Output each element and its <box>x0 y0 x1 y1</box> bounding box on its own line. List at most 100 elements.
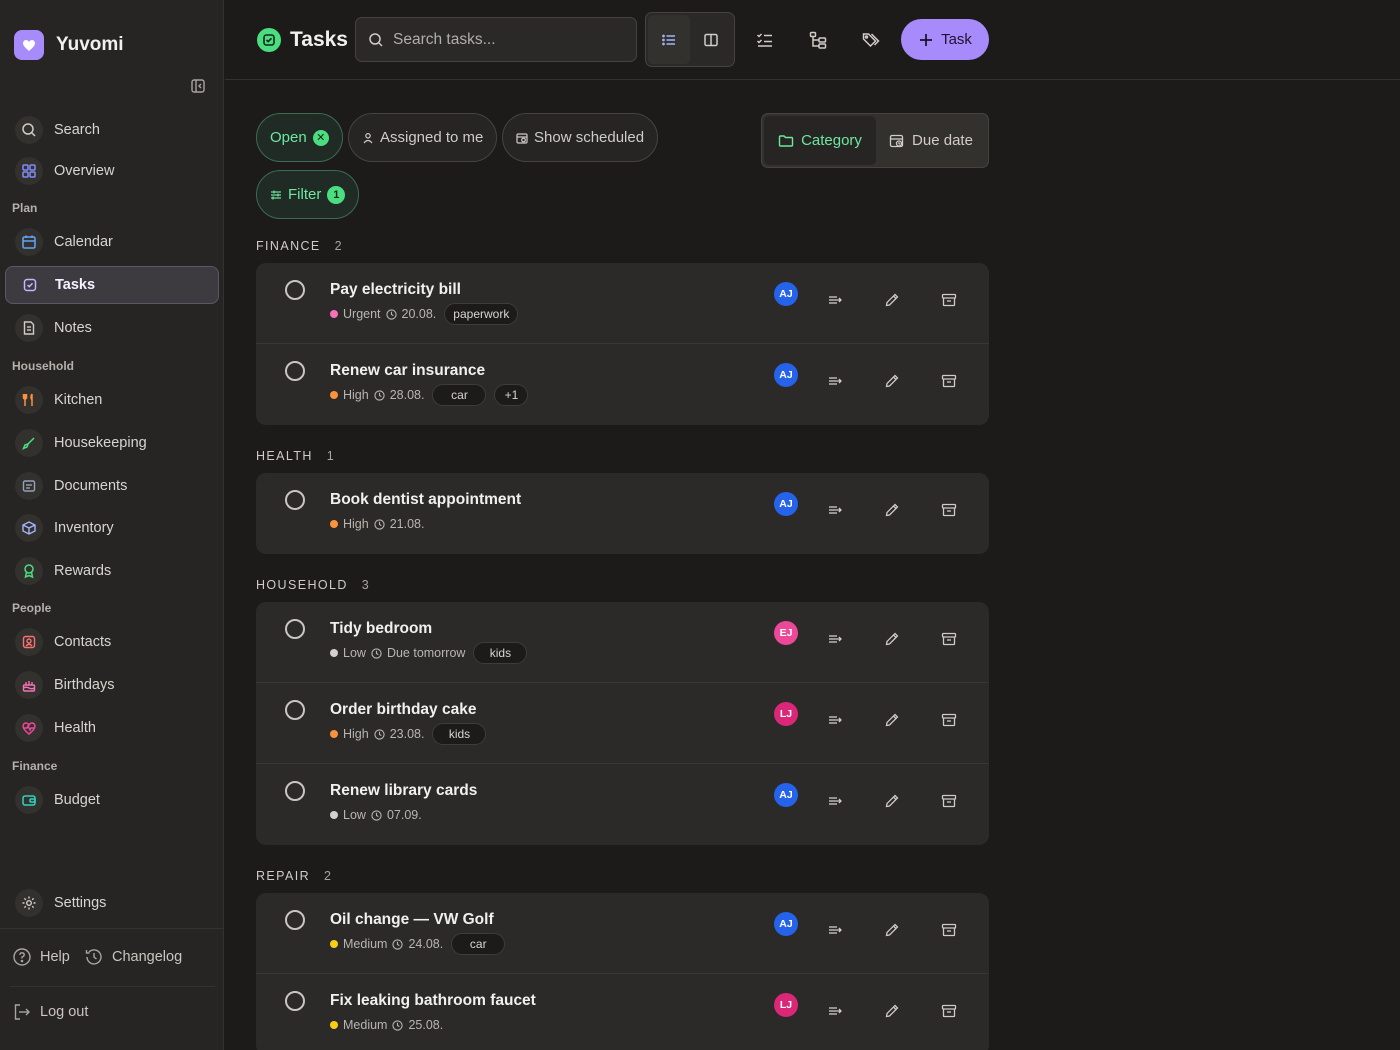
task-title[interactable]: Renew library cards <box>330 782 477 800</box>
group-due-date-button[interactable]: Due date <box>876 116 986 165</box>
sidebar-item-birthdays[interactable]: Birthdays <box>5 666 219 704</box>
task-title[interactable]: Tidy bedroom <box>330 620 432 638</box>
sidebar-item-contacts[interactable]: Contacts <box>5 623 219 661</box>
changelog-link[interactable]: Changelog <box>84 947 182 967</box>
task-title[interactable]: Order birthday cake <box>330 701 476 719</box>
add-task-button[interactable]: Task <box>901 19 989 60</box>
sidebar-item-label: Settings <box>54 895 107 911</box>
assignee-avatar[interactable]: AJ <box>774 492 798 516</box>
assignee-avatar[interactable]: EJ <box>774 621 798 645</box>
add-subtask-button[interactable] <box>826 792 844 810</box>
task-complete-checkbox[interactable] <box>285 910 305 930</box>
assignee-avatar[interactable]: AJ <box>774 282 798 306</box>
task-row[interactable]: Tidy bedroom Low Due tomorrow kids EJ <box>256 602 989 683</box>
sidebar-item-overview[interactable]: Overview <box>5 152 219 190</box>
task-complete-checkbox[interactable] <box>285 619 305 639</box>
task-complete-checkbox[interactable] <box>285 700 305 720</box>
archive-task-button[interactable] <box>940 1002 958 1020</box>
assignee-avatar[interactable]: AJ <box>774 912 798 936</box>
edit-task-button[interactable] <box>883 792 901 810</box>
task-complete-checkbox[interactable] <box>285 361 305 381</box>
task-row[interactable]: Book dentist appointment High 21.08. AJ <box>256 473 989 554</box>
edit-task-button[interactable] <box>883 921 901 939</box>
archive-task-button[interactable] <box>940 711 958 729</box>
checklist-button[interactable] <box>750 25 780 55</box>
task-row[interactable]: Pay electricity bill Urgent 20.08. paperwor… <box>256 263 989 344</box>
sidebar-item-housekeeping[interactable]: Housekeeping <box>5 424 219 462</box>
add-subtask-button[interactable] <box>826 630 844 648</box>
assignee-avatar[interactable]: LJ <box>774 993 798 1017</box>
task-title[interactable]: Book dentist appointment <box>330 491 521 509</box>
tag-chip[interactable]: car <box>432 384 487 406</box>
brand[interactable]: Yuvomi <box>14 30 124 60</box>
add-subtask-button[interactable] <box>826 711 844 729</box>
board-view-button[interactable] <box>690 15 732 64</box>
task-complete-checkbox[interactable] <box>285 991 305 1011</box>
task-complete-checkbox[interactable] <box>285 490 305 510</box>
search-input[interactable] <box>393 30 623 49</box>
edit-task-button[interactable] <box>883 711 901 729</box>
assigned-filter-chip[interactable]: Assigned to me <box>348 113 498 162</box>
task-title[interactable]: Renew car insurance <box>330 362 485 380</box>
list-view-button[interactable] <box>648 15 690 64</box>
sidebar-item-rewards[interactable]: Rewards <box>5 552 219 590</box>
filter-button[interactable]: Filter 1 <box>256 170 360 219</box>
sidebar-item-notes[interactable]: Notes <box>5 309 219 347</box>
add-subtask-button[interactable] <box>826 921 844 939</box>
group-category-button[interactable]: Category <box>764 116 876 165</box>
tag-chip[interactable]: car <box>451 933 506 955</box>
add-subtask-button[interactable] <box>826 291 844 309</box>
archive-task-button[interactable] <box>940 630 958 648</box>
sidebar-item-settings[interactable]: Settings <box>5 884 219 922</box>
open-filter-chip[interactable]: Open ✕ <box>256 113 343 162</box>
task-row[interactable]: Renew car insurance High 28.08. car +1 AJ <box>256 344 989 425</box>
more-tags-chip[interactable]: +1 <box>494 384 529 406</box>
assignee-avatar[interactable]: LJ <box>774 702 798 726</box>
edit-task-button[interactable] <box>883 372 901 390</box>
sidebar-item-kitchen[interactable]: Kitchen <box>5 381 219 419</box>
sidebar-item-search[interactable]: Search <box>5 111 219 149</box>
task-title[interactable]: Oil change — VW Golf <box>330 911 494 929</box>
task-complete-checkbox[interactable] <box>285 781 305 801</box>
task-row[interactable]: Renew library cards Low 07.09. AJ <box>256 764 989 845</box>
hierarchy-button[interactable] <box>803 25 833 55</box>
edit-task-button[interactable] <box>883 630 901 648</box>
archive-task-button[interactable] <box>940 792 958 810</box>
add-subtask-button[interactable] <box>826 372 844 390</box>
sidebar-item-budget[interactable]: Budget <box>5 781 219 819</box>
sidebar-item-documents[interactable]: Documents <box>5 467 219 505</box>
close-icon[interactable]: ✕ <box>312 129 329 146</box>
sidebar-item-tasks[interactable]: Tasks <box>5 266 219 304</box>
edit-task-button[interactable] <box>883 1002 901 1020</box>
sidebar-collapse-icon[interactable] <box>190 78 208 96</box>
task-title[interactable]: Pay electricity bill <box>330 281 461 299</box>
sidebar-item-calendar[interactable]: Calendar <box>5 223 219 261</box>
logout-link[interactable]: Log out <box>12 1002 88 1022</box>
archive-task-button[interactable] <box>940 372 958 390</box>
assignee-avatar[interactable]: AJ <box>774 363 798 387</box>
add-subtask-button[interactable] <box>826 1002 844 1020</box>
sidebar-item-inventory[interactable]: Inventory <box>5 509 219 547</box>
task-title[interactable]: Fix leaking bathroom faucet <box>330 992 536 1010</box>
edit-task-button[interactable] <box>883 501 901 519</box>
task-row[interactable]: Fix leaking bathroom faucet Medium 25.08. L… <box>256 974 989 1050</box>
sidebar-item-health[interactable]: Health <box>5 709 219 747</box>
task-row[interactable]: Order birthday cake High 23.08. kids LJ <box>256 683 989 764</box>
assignee-avatar[interactable]: AJ <box>774 783 798 807</box>
tag-chip[interactable]: paperwork <box>444 303 519 325</box>
pencil-icon <box>885 923 899 937</box>
tags-button[interactable] <box>856 25 886 55</box>
task-row[interactable]: Oil change — VW Golf Medium 24.08. car AJ <box>256 893 989 974</box>
archive-task-button[interactable] <box>940 501 958 519</box>
tag-chip[interactable]: kids <box>432 723 487 745</box>
archive-task-button[interactable] <box>940 921 958 939</box>
scheduled-filter-chip[interactable]: Show scheduled <box>502 113 659 162</box>
subtasks-icon <box>829 797 842 805</box>
help-link[interactable]: Help <box>12 947 70 967</box>
edit-task-button[interactable] <box>883 291 901 309</box>
archive-task-button[interactable] <box>940 291 958 309</box>
search-box[interactable] <box>355 17 637 62</box>
tag-chip[interactable]: kids <box>473 642 528 664</box>
task-complete-checkbox[interactable] <box>285 280 305 300</box>
add-subtask-button[interactable] <box>826 501 844 519</box>
